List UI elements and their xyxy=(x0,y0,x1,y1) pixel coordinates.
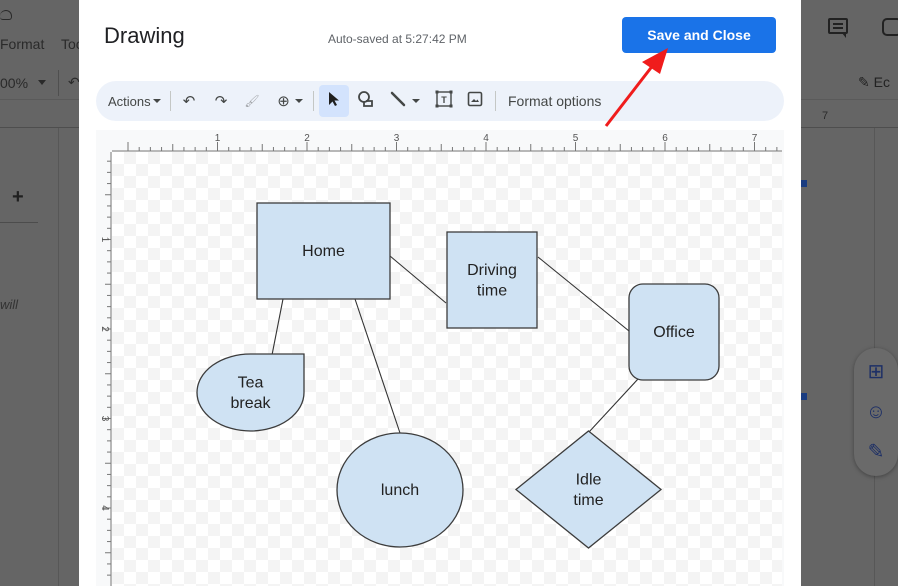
toolbar-divider xyxy=(58,70,59,96)
image-tool[interactable] xyxy=(464,81,486,121)
shape-driving[interactable]: Driving time xyxy=(446,231,538,329)
shape-label: lunch xyxy=(381,482,419,499)
editing-mode-label: Ec xyxy=(873,74,890,90)
docs-ruler-label: 7 xyxy=(822,110,829,122)
toolbar-divider xyxy=(313,91,314,111)
drawing-canvas[interactable]: Home Driving time Office Tea break lunch Idle ti… xyxy=(112,152,782,586)
shape-label: Tea xyxy=(238,374,264,391)
paint-format-button[interactable]: 🖌 xyxy=(241,81,263,121)
menu-format: Format xyxy=(0,36,45,52)
add-tab-icon: + xyxy=(12,186,24,208)
select-tool[interactable] xyxy=(323,81,345,121)
format-options-button[interactable]: Format options xyxy=(508,81,601,121)
image-handle xyxy=(801,393,807,400)
shape-label: Office xyxy=(653,324,695,341)
undo-icon: ↶ xyxy=(68,74,80,90)
ruler-label: 3 xyxy=(99,416,110,422)
line-icon xyxy=(390,91,406,112)
dialog-title: Drawing xyxy=(104,23,185,48)
zoom-in-icon: ⊕ xyxy=(277,93,290,110)
autosave-status: Auto-saved at 5:27:42 PM xyxy=(328,32,467,46)
ruler-label: 4 xyxy=(99,505,110,511)
line-tool[interactable] xyxy=(387,81,423,121)
shape-label: break xyxy=(230,395,271,412)
add-comment-icon: ⊞ xyxy=(867,361,885,383)
redo-icon: ↷ xyxy=(214,93,228,110)
image-icon xyxy=(467,91,483,111)
chevron-down-icon xyxy=(38,80,46,85)
ruler-label: 3 xyxy=(394,133,400,144)
shape-home[interactable]: Home xyxy=(256,202,391,300)
ruler-label: 1 xyxy=(99,237,110,243)
vertical-ruler: 1 2 3 4 xyxy=(99,152,112,586)
connector-home-driving[interactable] xyxy=(389,255,447,304)
comment-history-icon xyxy=(828,18,848,38)
toolbar-divider xyxy=(495,91,496,111)
connector-home-tea[interactable] xyxy=(271,298,284,356)
shape-label: time xyxy=(573,492,603,509)
cursor-arrow-icon xyxy=(327,91,341,111)
meet-icon xyxy=(882,18,898,36)
save-and-close-button[interactable]: Save and Close xyxy=(622,17,776,53)
connector-office-idle[interactable] xyxy=(588,378,639,433)
shape-lunch[interactable]: lunch xyxy=(336,432,464,548)
image-handle xyxy=(801,180,807,187)
shape-tea[interactable]: Tea break xyxy=(196,353,305,432)
ruler-label: 2 xyxy=(304,133,310,144)
ruler-label: 6 xyxy=(662,133,668,144)
zoom-button[interactable]: ⊕ xyxy=(273,81,307,121)
docs-zoom-value: 00% xyxy=(0,75,29,91)
shape-idle[interactable]: Idle time xyxy=(514,430,663,549)
pencil-icon: ✎ xyxy=(858,74,870,90)
paint-roller-icon: 🖌 xyxy=(244,94,260,108)
shape-label: Driving xyxy=(467,262,517,279)
divider xyxy=(0,222,38,223)
shape-tool[interactable] xyxy=(355,81,377,121)
textbox-icon: T xyxy=(435,90,453,112)
textbox-tool[interactable]: T xyxy=(433,81,455,121)
emoji-icon: ☺ xyxy=(865,401,887,423)
shape-icon xyxy=(357,90,375,112)
actions-label: Actions xyxy=(108,93,151,109)
canvas-area: 1 2 3 4 5 6 7 1 2 3 4 Home Driving time Office Tea bre… xyxy=(96,130,784,586)
ruler-label: 5 xyxy=(573,133,579,144)
toolbar-divider xyxy=(170,91,171,111)
cloud-status-icon xyxy=(0,10,12,20)
chevron-down-icon xyxy=(294,99,303,103)
diagram: Home Driving time Office Tea break lunch Idle ti… xyxy=(196,202,720,549)
ruler-label: 1 xyxy=(215,133,221,144)
undo-icon: ↶ xyxy=(182,93,196,110)
chevron-down-icon xyxy=(152,99,161,103)
shape-office[interactable]: Office xyxy=(628,283,720,381)
editing-mode: ✎ Ec xyxy=(858,74,890,91)
redo-button[interactable]: ↷ xyxy=(210,81,232,121)
ruler-label: 7 xyxy=(752,133,758,144)
ruler-label: 4 xyxy=(483,133,489,144)
connector-driving-office[interactable] xyxy=(537,256,630,332)
shape-label: Idle xyxy=(576,471,602,488)
horizontal-ruler: 1 2 3 4 5 6 7 xyxy=(112,133,782,152)
document-text-fragment: will xyxy=(0,297,19,312)
shape-label: time xyxy=(477,282,507,299)
connector-home-lunch[interactable] xyxy=(354,298,401,434)
chevron-down-icon xyxy=(412,99,420,103)
page-margin-line xyxy=(58,128,59,586)
svg-text:T: T xyxy=(441,95,447,105)
suggest-edit-icon: ✎ xyxy=(867,441,885,463)
drawing-toolbar: Actions ↶ ↷ 🖌 ⊕ T Format options xyxy=(96,81,784,121)
ruler-label: 2 xyxy=(99,326,110,332)
actions-menu[interactable]: Actions xyxy=(108,81,161,121)
undo-button[interactable]: ↶ xyxy=(178,81,200,121)
drawing-dialog: Drawing Auto-saved at 5:27:42 PM Save an… xyxy=(79,0,801,586)
shape-label: Home xyxy=(302,243,345,260)
